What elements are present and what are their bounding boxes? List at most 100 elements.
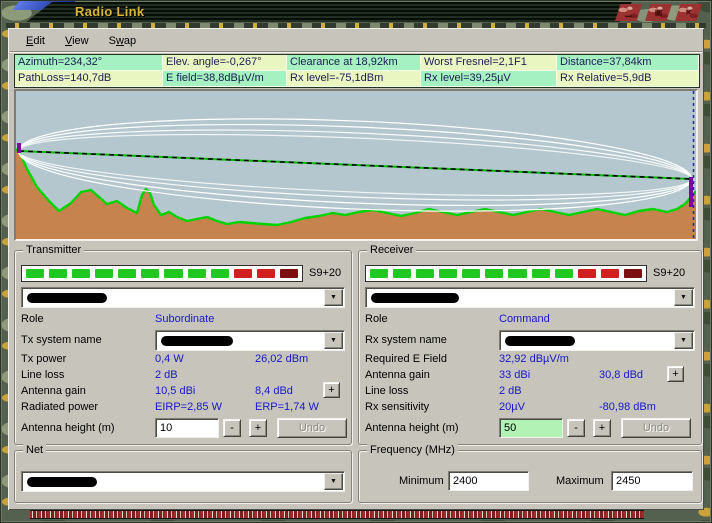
smeter-segment <box>416 269 434 278</box>
rx-smeter-scale-label: S9+20 <box>653 267 685 279</box>
rx-height-minus-button[interactable]: - <box>567 419 585 437</box>
menu-bar: Edit View Swap <box>10 30 702 52</box>
net-group: Net ▼ <box>14 450 352 503</box>
tx-antenna-height-input[interactable] <box>155 418 219 438</box>
status-rx-level-dbm: Rx level=-75,1dBm <box>287 71 421 87</box>
chevron-down-icon[interactable]: ▼ <box>324 289 343 306</box>
tx-antenna-gain-label: Antenna gain <box>21 385 86 397</box>
status-e-field: E field=38,8dBµV/m <box>163 71 287 87</box>
smeter-segment <box>141 269 159 278</box>
tx-antenna-height-label: Antenna height (m) <box>21 422 115 434</box>
rx-sensitivity-dbm: -80,98 dBm <box>599 401 656 413</box>
smeter-segment <box>95 269 113 278</box>
tx-role-label: Role <box>21 313 44 325</box>
rx-antenna-height-input[interactable] <box>499 418 563 438</box>
rx-height-plus-button[interactable]: + <box>593 419 611 437</box>
smeter-segment <box>164 269 182 278</box>
smeter-segment <box>624 269 642 278</box>
tx-power-watts: 0,4 W <box>155 353 184 365</box>
smeter-segment <box>578 269 596 278</box>
rx-role-value: Command <box>499 313 550 325</box>
tx-antenna-gain-plus-button[interactable]: + <box>323 382 340 398</box>
smeter-segment <box>280 269 298 278</box>
chevron-down-icon[interactable]: ▼ <box>674 289 693 306</box>
status-worst-fresnel: Worst Fresnel=2,1F1 <box>421 55 557 71</box>
redacted-text <box>161 336 233 346</box>
tx-system-name-label: Tx system name <box>21 334 102 346</box>
close-button[interactable]: ✕ <box>675 4 702 21</box>
smeter-segment <box>439 269 457 278</box>
redacted-text <box>505 336 575 346</box>
tx-smeter-scale-label: S9+20 <box>309 267 341 279</box>
net-combo[interactable]: ▼ <box>21 471 345 492</box>
rx-line-loss-value: 2 dB <box>499 385 522 397</box>
rx-antenna-mast <box>689 177 693 207</box>
redacted-text <box>27 477 97 487</box>
minimize-button[interactable]: ▁ <box>615 4 642 21</box>
status-azimuth: Azimuth=234,32° <box>15 55 163 71</box>
menu-edit[interactable]: Edit <box>16 32 55 50</box>
smeter-segment <box>234 269 252 278</box>
tx-power-dbm: 26,02 dBm <box>255 353 308 365</box>
frequency-group: Frequency (MHz) Minimum Maximum <box>358 450 702 503</box>
smeter-segment <box>462 269 480 278</box>
tx-antenna-gain-dbi: 10,5 dBi <box>155 385 195 397</box>
tx-eirp-value: EIRP=2,85 W <box>155 401 222 413</box>
frequency-maximum-input[interactable] <box>611 471 693 491</box>
frequency-minimum-input[interactable] <box>448 471 529 491</box>
rx-system-combo[interactable]: ▼ <box>499 330 695 351</box>
rx-signal-meter <box>365 265 647 282</box>
tx-unit-combo[interactable]: ▼ <box>21 287 345 308</box>
chevron-down-icon[interactable]: ▼ <box>674 332 693 349</box>
rx-unit-combo[interactable]: ▼ <box>365 287 695 308</box>
tx-line-loss-value: 2 dB <box>155 369 178 381</box>
transmitter-group-label: Transmitter <box>23 243 84 257</box>
chevron-down-icon[interactable]: ▼ <box>324 473 343 490</box>
rx-sensitivity-label: Rx sensitivity <box>365 401 429 413</box>
frequency-maximum-label: Maximum <box>556 475 604 487</box>
tx-height-minus-button[interactable]: - <box>223 419 241 437</box>
smeter-segment <box>257 269 275 278</box>
smeter-segment <box>49 269 67 278</box>
tx-radiated-power-label: Radiated power <box>21 401 98 413</box>
tx-undo-button[interactable]: Undo <box>277 418 347 438</box>
smeter-segment <box>393 269 411 278</box>
profile-svg <box>16 91 696 239</box>
smeter-segment <box>118 269 136 278</box>
status-clearance: Clearance at 18,92km <box>287 55 421 71</box>
rx-required-e-field-label: Required E Field <box>365 353 447 365</box>
rx-system-name-label: Rx system name <box>365 334 447 346</box>
net-group-label: Net <box>23 443 46 457</box>
rx-antenna-gain-plus-button[interactable]: + <box>667 366 684 382</box>
maximize-button[interactable]: ▣ <box>645 4 672 21</box>
rx-antenna-gain-dbd: 30,8 dBd <box>599 369 643 381</box>
rx-required-e-field-value: 32,92 dBµV/m <box>499 353 569 365</box>
menu-view[interactable]: View <box>55 32 99 50</box>
chevron-down-icon[interactable]: ▼ <box>324 332 343 349</box>
receiver-group: Receiver S9+20 ▼ Role Command Rx system … <box>358 250 702 445</box>
link-status-table: Azimuth=234,32° Elev. angle=-0,267° Clea… <box>14 54 700 88</box>
smeter-segment <box>72 269 90 278</box>
tx-height-plus-button[interactable]: + <box>249 419 267 437</box>
menu-swap[interactable]: Swap <box>99 32 147 50</box>
tx-role-value: Subordinate <box>155 313 214 325</box>
smeter-segment <box>370 269 388 278</box>
smeter-segment <box>188 269 206 278</box>
status-pathloss: PathLoss=140,7dB <box>15 71 163 87</box>
smeter-segment <box>211 269 229 278</box>
frequency-group-label: Frequency (MHz) <box>367 443 458 457</box>
client-area: Edit View Swap Azimuth=234,32° Elev. ang… <box>8 28 704 510</box>
rx-sensitivity-uv: 20µV <box>499 401 525 413</box>
window-controls: ▁ ▣ ✕ <box>615 4 702 21</box>
tx-system-combo[interactable]: ▼ <box>155 330 345 351</box>
frequency-minimum-label: Minimum <box>399 475 444 487</box>
status-distance: Distance=37,84km <box>557 55 699 71</box>
smeter-segment <box>532 269 550 278</box>
rx-line-loss-label: Line loss <box>365 385 408 397</box>
radio-link-window: Radio Link ▁ ▣ ✕ Edit View Swap Azimuth=… <box>0 0 712 523</box>
status-elev-angle: Elev. angle=-0,267° <box>163 55 287 71</box>
smeter-segment <box>555 269 573 278</box>
rx-undo-button[interactable]: Undo <box>621 418 691 438</box>
redacted-text <box>27 293 107 303</box>
rx-antenna-height-label: Antenna height (m) <box>365 422 459 434</box>
